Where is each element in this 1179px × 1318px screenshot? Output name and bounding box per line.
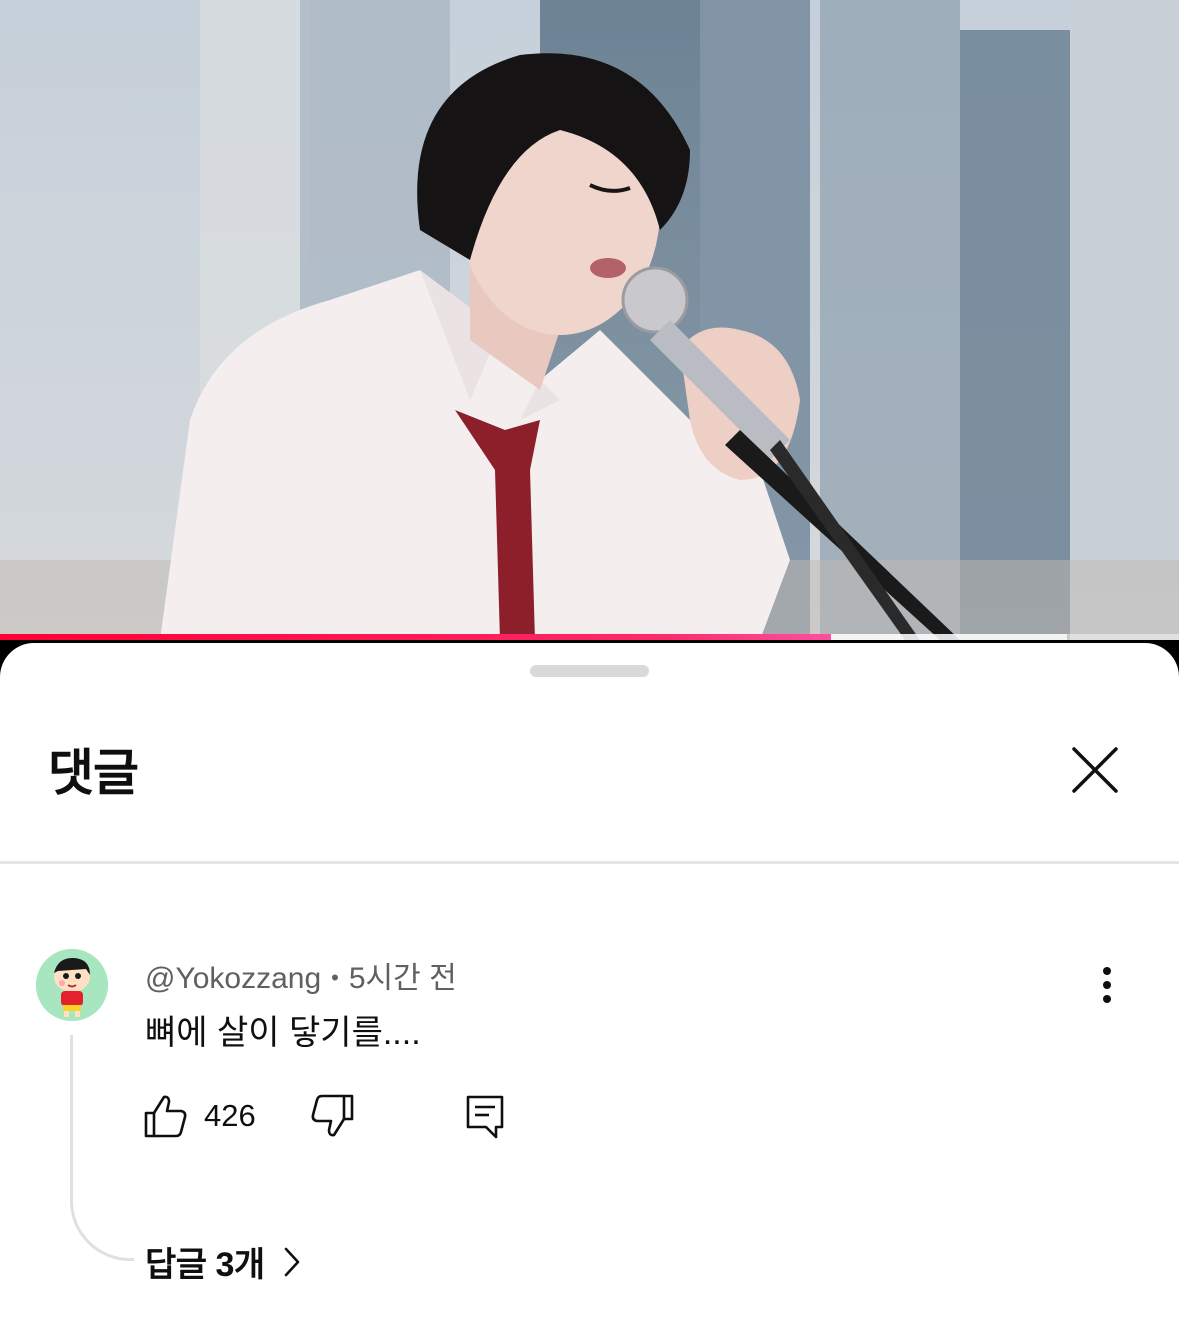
sheet-drag-handle[interactable] [530,665,649,677]
video-player[interactable] [0,0,1179,640]
like-button[interactable]: 426 [142,1093,256,1139]
dislike-button[interactable] [310,1093,356,1144]
close-icon [1072,747,1118,793]
chevron-right-icon [284,1247,300,1276]
reply-comment-icon [466,1095,504,1139]
video-progress-fill [0,634,831,640]
header-divider [0,861,1179,864]
comment-text: 뼈에 살이 닿기를.... [145,1014,421,1052]
thumbs-up-icon [144,1095,187,1138]
app-root: 댓글 @Yokozzang • 5시간 전 뼈에 살이 닿기를.... 426 … [0,0,1179,1318]
view-replies-button[interactable]: 답글 3개 [145,1237,301,1286]
reply-thread-line [70,1035,134,1261]
comment-more-button[interactable] [1088,961,1126,1009]
thumbs-down-icon [311,1094,354,1137]
video-buffer-bar [831,634,1067,640]
meta-separator: • [331,965,339,990]
replies-label: 답글 3개 [145,1246,265,1284]
comment-time: 5시간 전 [348,962,457,995]
video-frame [0,0,1179,640]
comments-sheet: 댓글 @Yokozzang • 5시간 전 뼈에 살이 닿기를.... 426 … [0,643,1179,1318]
comments-title: 댓글 [48,745,139,801]
like-count: 426 [204,1098,256,1133]
comment-meta: @Yokozzang • 5시간 전 [145,953,457,997]
video-progress-bar[interactable] [0,634,1179,640]
avatar-image [36,949,108,1021]
close-button[interactable] [1062,737,1128,803]
avatar[interactable] [36,949,108,1021]
more-vertical-icon [1103,967,1111,1003]
reply-button[interactable] [462,1093,508,1146]
comment-author[interactable]: @Yokozzang [145,962,321,995]
